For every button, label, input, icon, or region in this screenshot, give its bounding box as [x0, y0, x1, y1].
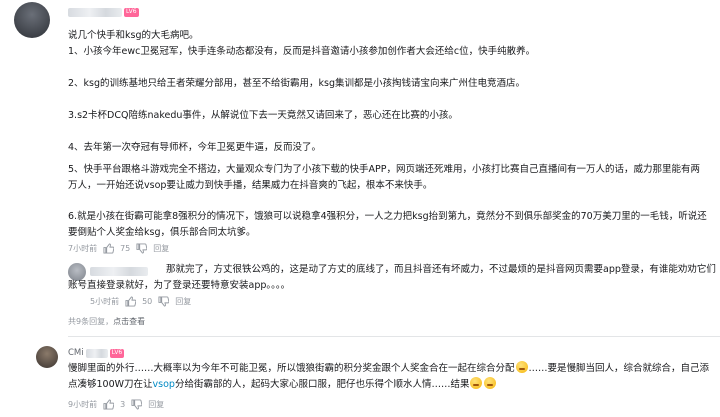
emoji-icon [470, 377, 483, 389]
comment-divider [68, 336, 720, 337]
thumbs-up-icon [125, 296, 137, 307]
username-blurred [68, 8, 122, 17]
vsop-link[interactable]: vsop [153, 379, 175, 390]
reply-meta: 5小时前 50 回复 [90, 296, 191, 307]
comment-text: 慢脚里面的外行……大概率以为今年不可能卫冕，所以饿狼街霸的积分奖金跟个人奖金合在… [68, 361, 718, 393]
comment-username[interactable]: CMi LV6 [68, 348, 125, 358]
comment-text-part-3: 分给街霸部的人，起码大家心服口服，肥仔也乐得个顺水人情……结果 [174, 379, 470, 390]
reply-like-count: 50 [142, 297, 153, 306]
like-count: 75 [120, 244, 131, 253]
dislike-button[interactable] [131, 399, 143, 410]
like-button[interactable] [103, 243, 115, 254]
comment-paragraph-3: 2、ksg的训练基地只给王者荣耀分部用，甚至不给街霸用，ksg集训都是小孩掏钱请… [68, 78, 526, 89]
reply-dislike-button[interactable] [158, 296, 170, 307]
reply-reply-button[interactable]: 回复 [175, 296, 191, 307]
reply-button[interactable]: 回复 [148, 399, 164, 410]
comment-paragraph-7: 6.就是小孩在街霸可能拿8强积分的情况下，饿狼可以说稳拿4强积分，一人之力把ks… [68, 211, 707, 238]
thumbs-up-icon [103, 399, 115, 410]
comment-paragraph-6: 5、快手平台跟格斗游戏完全不搭边，大量观众专门为了小孩下载的快手APP，网页端还… [68, 164, 701, 191]
username-blurred [85, 348, 108, 358]
avatar[interactable] [36, 346, 58, 368]
comment-username[interactable]: LV6 [68, 8, 139, 17]
comment-time: 7小时前 [68, 244, 98, 253]
thumbs-down-icon [136, 243, 148, 254]
like-button[interactable] [103, 399, 115, 410]
comment-paragraph-4: 3.s2卡杯DCQ陪练nakedu事件，从解说位下去一天竟然又请回来了，恶心还在… [68, 110, 458, 121]
comment-paragraph-5: 4、去年第一次夺冠有导师杯，今年卫冕更牛逼，反而没了。 [68, 142, 322, 153]
dislike-button[interactable] [136, 243, 148, 254]
emoji-icon [484, 377, 497, 389]
comment-text-part-1: 慢脚里面的外行……大概率以为今年不可能卫冕，所以饿狼街霸的积分奖金跟个人奖金合在… [68, 363, 515, 374]
comment-paragraph-2: 1、小孩今年ewc卫冕冠军，快手连条动态都没有，反而是抖音邀请小孩参加创作者大会… [68, 46, 536, 57]
thumbs-down-icon [131, 399, 143, 410]
level-badge-icon: LV6 [109, 348, 125, 358]
reply-summary: 共9条回复， 点击查看 [68, 316, 145, 327]
reply-text: 那就完了，方丈很铁公鸡的，这是动了方丈的底线了，而且抖音还有坏威力，不过最烦的是… [68, 264, 716, 291]
reply-like-button[interactable] [125, 296, 137, 307]
avatar[interactable] [14, 2, 50, 38]
like-count: 3 [120, 400, 126, 409]
reply-time: 5小时前 [90, 297, 120, 306]
comment-meta: 9小时前 3 回复 [68, 399, 164, 410]
reply-count: 共9条回复， [68, 317, 114, 326]
comment-meta: 7小时前 75 回复 [68, 243, 169, 254]
emoji-icon [515, 361, 528, 373]
thumbs-up-icon [103, 243, 115, 254]
comment-time: 9小时前 [68, 400, 98, 409]
comment-paragraph-1: 说几个快手和ksg的大毛病吧。 [68, 30, 199, 41]
reply-button[interactable]: 回复 [153, 243, 169, 254]
thumbs-down-icon [158, 296, 170, 307]
username-text: CMi [68, 348, 84, 358]
view-replies-link[interactable]: 点击查看 [113, 316, 145, 327]
level-badge-icon: LV6 [124, 8, 139, 17]
